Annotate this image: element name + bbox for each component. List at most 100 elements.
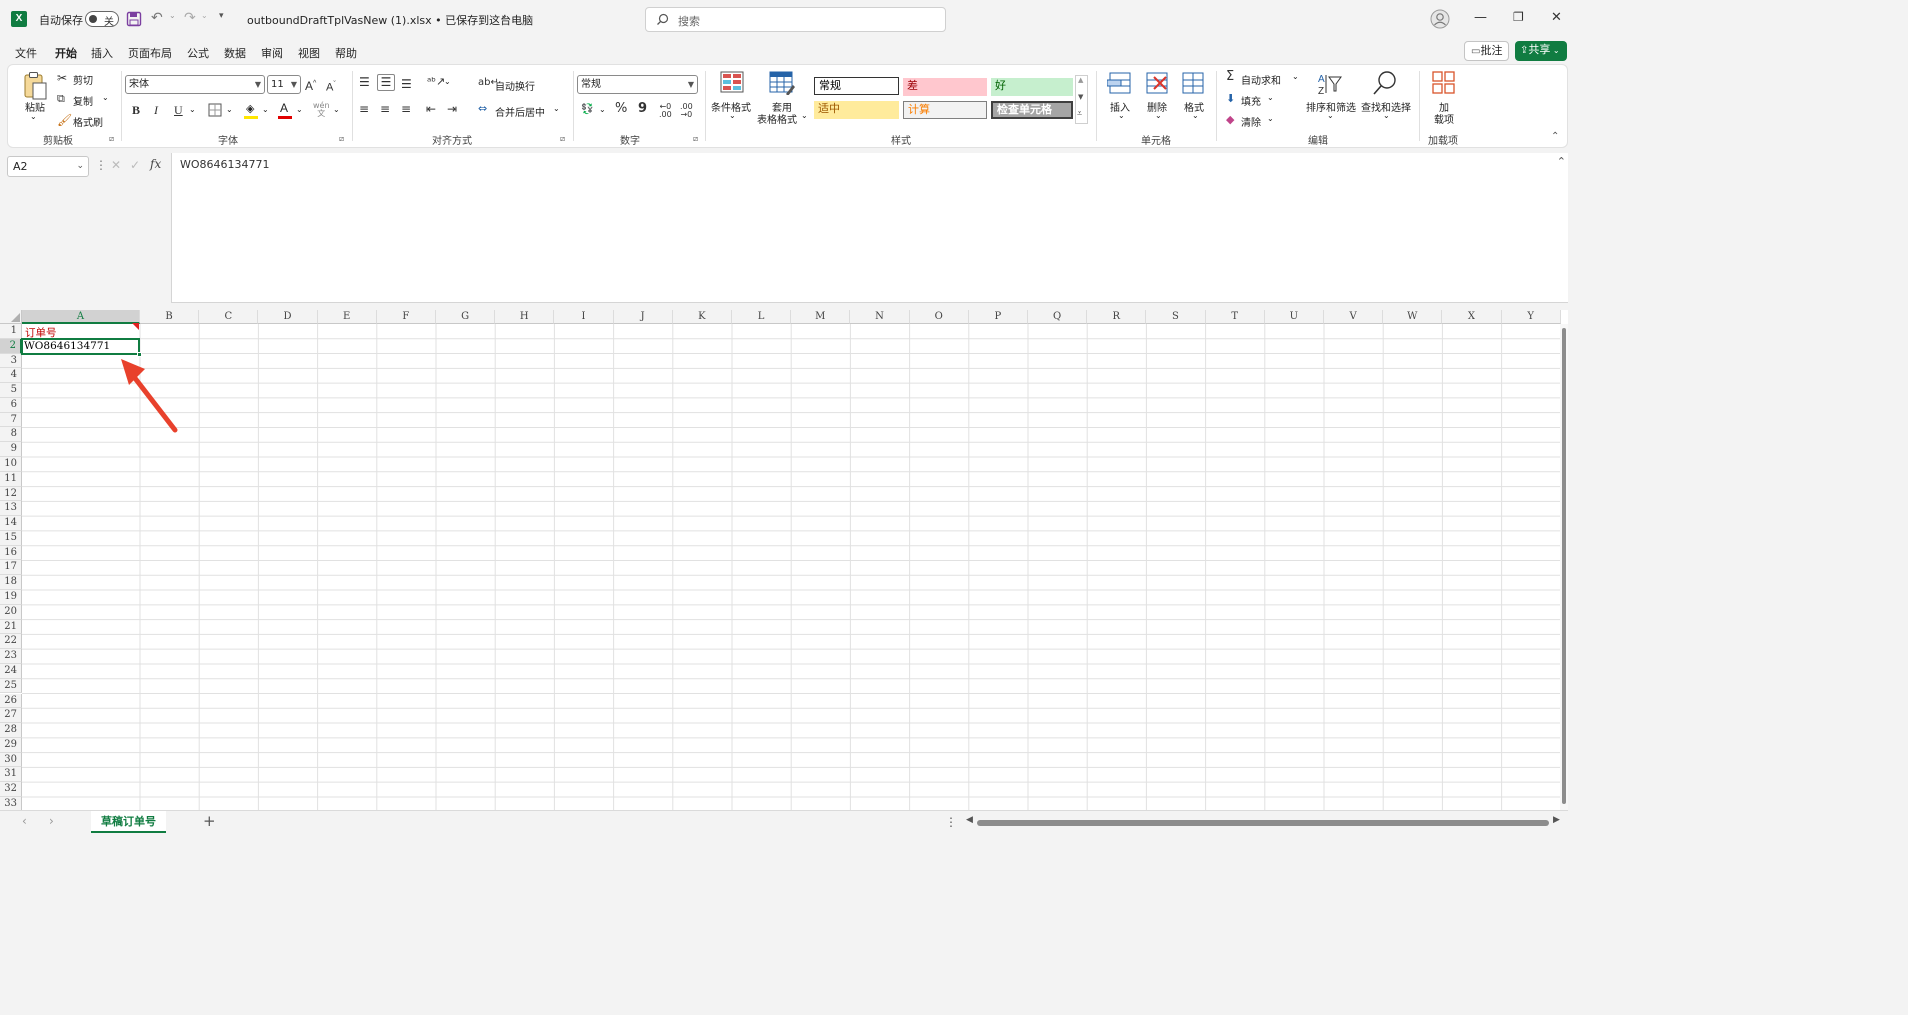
align-center-icon[interactable]: ≡ (380, 102, 390, 116)
row-header-25[interactable]: 25 (0, 678, 22, 694)
find-select-icon[interactable] (1372, 70, 1398, 96)
font-size-combo[interactable]: 11 ▼ (267, 75, 301, 94)
style-bad[interactable]: 差 (903, 78, 987, 96)
column-header-j[interactable]: J (613, 310, 673, 324)
chevron-up-icon[interactable]: ▲ (1078, 76, 1083, 84)
increase-indent-icon[interactable]: ⇥ (447, 102, 457, 116)
menu-page-layout[interactable]: 页面布局 (128, 45, 172, 61)
sheet-tab[interactable]: 草稿订单号 (91, 811, 166, 833)
row-header-11[interactable]: 11 (0, 471, 22, 487)
menu-data[interactable]: 数据 (224, 45, 246, 61)
scroll-right-icon[interactable]: ▶ (1553, 815, 1560, 825)
column-header-m[interactable]: M (791, 310, 851, 324)
column-header-u[interactable]: U (1264, 310, 1324, 324)
format-as-table-label-2[interactable]: 表格格式 (757, 111, 797, 126)
decrease-indent-icon[interactable]: ⇤ (426, 102, 436, 116)
row-header-2[interactable]: 2 (0, 338, 22, 354)
styles-gallery-scroll[interactable]: ▲ ▼ ⩡ (1075, 75, 1088, 124)
row-header-32[interactable]: 32 (0, 782, 22, 797)
customize-toolbar-icon[interactable]: ▾ (219, 11, 224, 21)
formula-input[interactable]: WO8646134771 ⌃ (171, 153, 1568, 303)
menu-home[interactable]: 开始 (55, 45, 77, 66)
menu-help[interactable]: 帮助 (335, 45, 357, 61)
menu-view[interactable]: 视图 (298, 45, 320, 61)
row-header-19[interactable]: 19 (0, 590, 22, 605)
vertical-scroll-thumb[interactable] (1562, 328, 1566, 804)
column-header-f[interactable]: F (376, 310, 436, 324)
format-as-table-dropdown-icon[interactable]: ⌄ (801, 111, 808, 120)
column-header-k[interactable]: K (672, 310, 732, 324)
style-good[interactable]: 好 (991, 78, 1073, 96)
next-sheet-icon[interactable]: › (49, 814, 54, 828)
search-box[interactable]: 搜索 (645, 7, 946, 32)
autosum-button[interactable]: 自动求和 (1241, 72, 1281, 87)
comments-button[interactable]: ▭批注 (1464, 41, 1509, 61)
style-check-cell[interactable]: 检查单元格 (991, 101, 1073, 119)
conditional-formatting-icon[interactable] (720, 71, 744, 93)
row-header-18[interactable]: 18 (0, 575, 22, 591)
format-as-table-icon[interactable] (769, 71, 795, 95)
column-header-x[interactable]: X (1442, 310, 1502, 324)
decrease-font-size-icon[interactable]: Aˇ (326, 78, 336, 95)
redo-dropdown-icon[interactable]: ⌄ (201, 11, 208, 20)
cut-button[interactable]: 剪切 (73, 72, 93, 87)
column-header-y[interactable]: Y (1501, 310, 1561, 324)
font-color-icon[interactable]: A (278, 101, 292, 120)
style-calculation[interactable]: 计算 (903, 101, 987, 119)
borders-dropdown-icon[interactable]: ⌄ (226, 105, 233, 114)
row-header-24[interactable]: 24 (0, 663, 22, 679)
clear-dropdown-icon[interactable]: ⌄ (1267, 114, 1274, 123)
row-header-30[interactable]: 30 (0, 752, 22, 768)
italic-button[interactable]: I (154, 103, 158, 117)
align-middle-icon[interactable]: ☰ (377, 74, 395, 91)
add-sheet-icon[interactable]: + (203, 812, 216, 830)
wrap-text-button[interactable]: 自动换行 (495, 78, 535, 93)
share-button[interactable]: ⇪共享 ⌄ (1515, 41, 1567, 61)
align-bottom-icon[interactable]: ☰ (401, 77, 412, 91)
add-ins-icon[interactable] (1432, 71, 1456, 95)
format-dropdown-icon[interactable]: ⌄ (1192, 111, 1199, 120)
delete-dropdown-icon[interactable]: ⌄ (1155, 111, 1162, 120)
menu-insert[interactable]: 插入 (91, 45, 113, 61)
conditional-formatting-dropdown-icon[interactable]: ⌄ (729, 111, 736, 120)
row-header-8[interactable]: 8 (0, 427, 22, 443)
column-header-t[interactable]: T (1205, 310, 1265, 324)
column-header-p[interactable]: P (968, 310, 1028, 324)
column-header-h[interactable]: H (495, 310, 555, 324)
row-header-16[interactable]: 16 (0, 545, 22, 561)
clipboard-launcher-icon[interactable]: ⧄ (109, 134, 114, 144)
gallery-expand-icon[interactable]: ⩡ (1077, 109, 1082, 119)
account-avatar-icon[interactable] (1430, 9, 1450, 29)
increase-decimal-icon[interactable]: ←0.00 (659, 103, 672, 119)
save-icon[interactable] (126, 11, 142, 27)
menu-review[interactable]: 审阅 (261, 45, 283, 61)
row-header-10[interactable]: 10 (0, 457, 22, 472)
row-header-3[interactable]: 3 (0, 353, 22, 369)
row-header-17[interactable]: 17 (0, 560, 22, 576)
column-header-o[interactable]: O (909, 310, 969, 324)
orientation-dropdown-icon[interactable]: ⌄ (444, 77, 451, 86)
row-header-31[interactable]: 31 (0, 767, 22, 783)
column-header-d[interactable]: D (258, 310, 318, 324)
autosave-toggle[interactable]: 关 (85, 11, 119, 28)
column-header-r[interactable]: R (1087, 310, 1147, 324)
column-header-s[interactable]: S (1146, 310, 1206, 324)
row-header-7[interactable]: 7 (0, 412, 22, 428)
worksheet-grid[interactable]: ABCDEFGHIJKLMNOPQRSTUVWXY 1 2 3 4 5 6 7 8 9 10 11 1… (0, 310, 1568, 810)
row-header-1[interactable]: 1 (0, 324, 22, 339)
name-box[interactable]: A2 ⌄ (7, 156, 89, 177)
paste-dropdown-icon[interactable]: ⌄ (30, 112, 37, 121)
column-header-b[interactable]: B (140, 310, 200, 324)
number-launcher-icon[interactable]: ⧄ (693, 134, 698, 144)
comma-style-button[interactable]: 9 (638, 102, 647, 116)
align-top-icon[interactable]: ☰ (359, 75, 370, 89)
orientation-icon[interactable]: ᵃᵇ↗ (427, 75, 445, 89)
column-header-e[interactable]: E (317, 310, 377, 324)
underline-button[interactable]: U (174, 103, 183, 117)
scroll-left-icon[interactable]: ◀ (966, 815, 973, 825)
font-name-combo[interactable]: 宋体 ▼ (125, 75, 265, 94)
format-painter-button[interactable]: 格式刷 (73, 114, 103, 129)
font-color-dropdown-icon[interactable]: ⌄ (296, 105, 303, 114)
sort-filter-icon[interactable]: A Z (1316, 71, 1344, 97)
delete-cells-icon[interactable] (1144, 71, 1170, 95)
